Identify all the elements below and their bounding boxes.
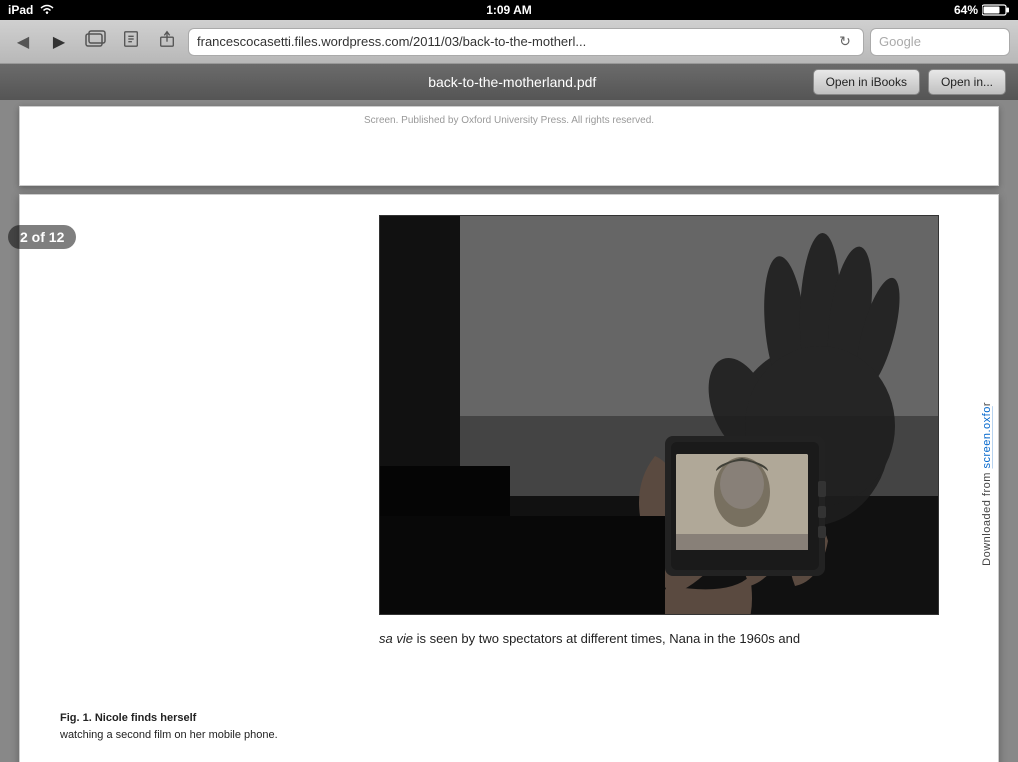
google-search-bar[interactable]: Google xyxy=(870,28,1010,56)
forward-button[interactable]: ▶ xyxy=(44,27,74,57)
body-text-continuation: is seen by two spectators at different t… xyxy=(413,631,800,646)
forward-icon: ▶ xyxy=(53,32,65,52)
watermark-link[interactable]: screen.oxfo xyxy=(981,406,993,468)
page-2: Fig. 1. Nicole finds herself watching a … xyxy=(19,194,999,762)
italic-text: sa vie xyxy=(379,631,413,646)
device-label: iPad xyxy=(8,3,33,17)
body-text: sa vie is seen by two spectators at diff… xyxy=(379,629,939,650)
pdf-viewer: 2 of 12 Screen. Published by Oxford Univ… xyxy=(0,100,1018,762)
right-column: sa vie is seen by two spectators at diff… xyxy=(360,215,958,753)
open-in-button[interactable]: Open in... xyxy=(928,69,1006,95)
watermark-suffix: r xyxy=(981,402,993,406)
google-placeholder: Google xyxy=(879,34,921,49)
status-time: 1:09 AM xyxy=(486,3,532,17)
page-indicator: 2 of 12 xyxy=(8,225,76,249)
url-text: francescocasetti.files.wordpress.com/201… xyxy=(197,34,835,49)
status-bar: iPad 1:09 AM 64% xyxy=(0,0,1018,20)
pdf-actions: Open in iBooks Open in... xyxy=(813,69,1006,95)
browser-toolbar: ◀ ▶ franc xyxy=(0,20,1018,64)
back-icon: ◀ xyxy=(17,32,29,52)
share-icon xyxy=(157,30,177,53)
battery-pct: 64% xyxy=(954,3,978,17)
status-left: iPad xyxy=(8,3,55,18)
figure-caption: Fig. 1. Nicole finds herself watching a … xyxy=(60,710,340,743)
bw-photo-svg xyxy=(380,216,939,615)
reload-icon: ↻ xyxy=(839,33,851,49)
open-in-ibooks-button[interactable]: Open in iBooks xyxy=(813,69,920,95)
page1-header: Screen. Published by Oxford University P… xyxy=(60,115,958,126)
fig-caption-bold: Fig. 1. Nicole finds herself xyxy=(60,712,196,724)
reload-button[interactable]: ↻ xyxy=(835,32,855,52)
status-right: 64% xyxy=(954,3,1010,17)
watermark: Downloaded from screen.oxfor xyxy=(976,195,998,762)
watermark-prefix: Downloaded from xyxy=(981,469,993,566)
back-button[interactable]: ◀ xyxy=(8,27,38,57)
bookmarks-icon xyxy=(121,30,141,53)
pdf-filename: back-to-the-motherland.pdf xyxy=(212,74,813,90)
pdf-banner: back-to-the-motherland.pdf Open in iBook… xyxy=(0,64,1018,100)
watermark-text: Downloaded from screen.oxfor xyxy=(981,402,993,566)
figure-image xyxy=(379,215,939,615)
tabs-icon xyxy=(84,30,106,53)
page-1: Screen. Published by Oxford University P… xyxy=(19,106,999,186)
battery-icon xyxy=(982,3,1010,17)
bookmarks-button[interactable] xyxy=(116,27,146,57)
tabs-button[interactable] xyxy=(80,27,110,57)
left-column: Fig. 1. Nicole finds herself watching a … xyxy=(60,215,340,753)
page-content: Fig. 1. Nicole finds herself watching a … xyxy=(60,215,958,753)
url-bar[interactable]: francescocasetti.files.wordpress.com/201… xyxy=(188,28,864,56)
fig-caption-text: watching a second film on her mobile pho… xyxy=(60,729,278,741)
wifi-icon xyxy=(39,3,55,18)
share-button[interactable] xyxy=(152,27,182,57)
